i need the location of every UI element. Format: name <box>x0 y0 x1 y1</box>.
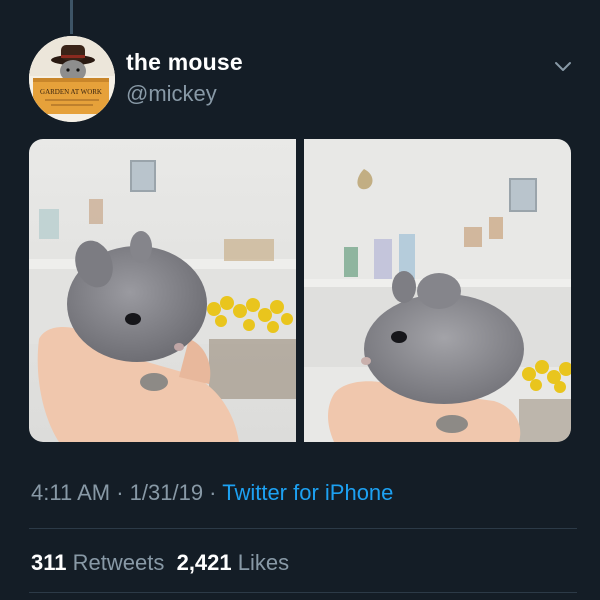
avatar-sign-text: GARDEN AT WORK <box>40 88 102 96</box>
likes-label: Likes <box>237 550 290 575</box>
retweets-stat[interactable]: 311 Retweets <box>31 550 164 575</box>
meta-separator: · <box>203 480 223 505</box>
tweet-meta: 4:11 AM · 1/31/19 · Twitter for iPhone <box>31 480 393 506</box>
chevron-down-icon[interactable] <box>552 56 574 78</box>
likes-count: 2,421 <box>176 550 232 575</box>
display-name[interactable]: the mouse <box>126 49 243 76</box>
tweet-source-link[interactable]: Twitter for iPhone <box>222 480 393 505</box>
avatar-image: GARDEN AT WORK <box>29 36 115 122</box>
tweet-photo-2[interactable] <box>304 139 571 442</box>
tweet-card: GARDEN AT WORK the mouse @mickey 4:11 AM… <box>0 0 600 600</box>
tweet-stats: 311 Retweets 2,421 Likes <box>31 550 289 576</box>
user-handle[interactable]: @mickey <box>126 81 217 107</box>
avatar[interactable]: GARDEN AT WORK <box>29 36 115 122</box>
tweet-photo-1[interactable] <box>29 139 296 442</box>
meta-separator: · <box>110 480 130 505</box>
divider <box>29 592 577 593</box>
thread-connector-line <box>70 0 73 34</box>
tweet-time[interactable]: 4:11 AM <box>31 480 110 505</box>
tweet-date[interactable]: 1/31/19 <box>130 480 203 505</box>
likes-stat[interactable]: 2,421 Likes <box>177 550 290 575</box>
divider <box>29 528 577 529</box>
retweets-count: 311 <box>31 550 67 575</box>
retweets-label: Retweets <box>72 550 165 575</box>
